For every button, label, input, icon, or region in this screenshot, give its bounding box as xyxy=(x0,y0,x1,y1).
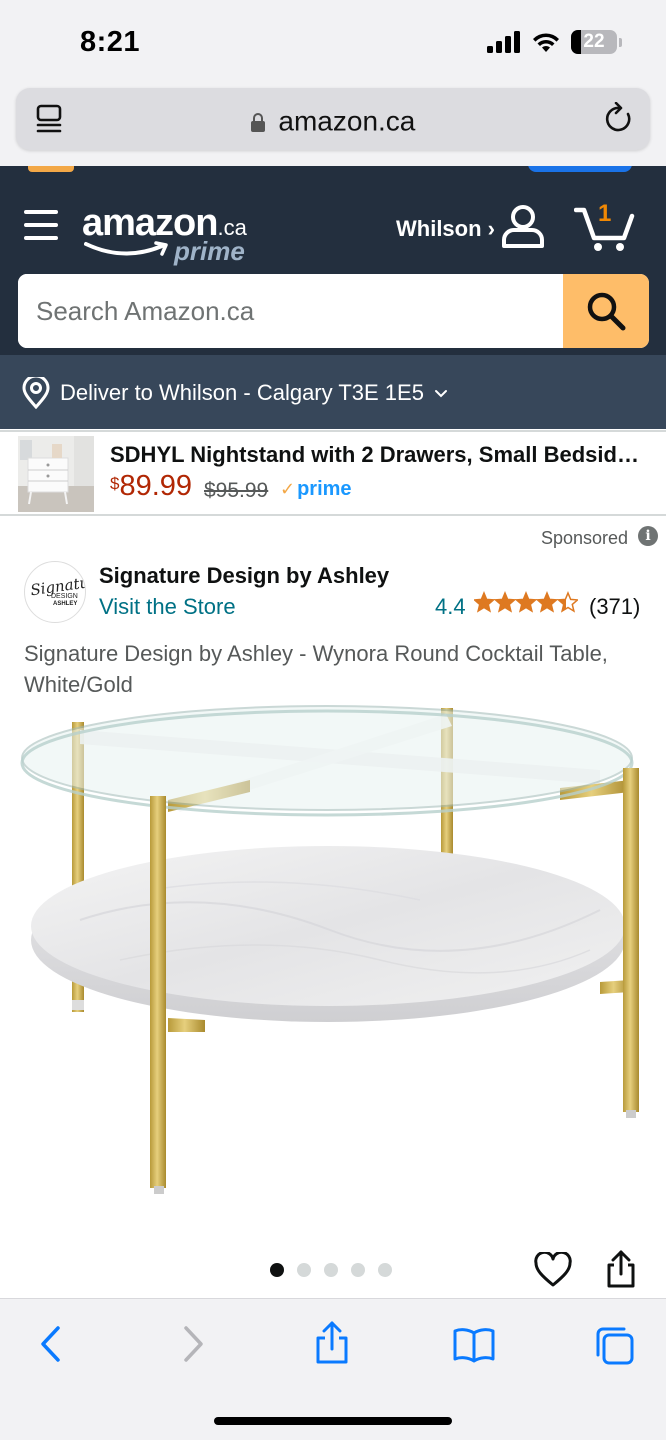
location-pin-icon xyxy=(22,377,50,409)
battery-icon: 22 xyxy=(571,30,617,54)
chevron-down-icon xyxy=(435,390,447,398)
bookmarks-icon[interactable] xyxy=(452,1327,496,1363)
sponsored-product-was-price: $95.99 xyxy=(204,479,269,502)
pager-dot[interactable] xyxy=(297,1263,311,1277)
deliver-to-bar[interactable]: Deliver to Whilson - Calgary T3E 1E5 xyxy=(0,355,666,429)
lock-icon xyxy=(250,112,265,132)
brand-logo[interactable]: Signature DESIGN ASHLEY xyxy=(24,561,86,623)
pager-dot[interactable] xyxy=(324,1263,338,1277)
star-rating-icon[interactable] xyxy=(474,591,578,615)
browser-url-area: amazon.ca xyxy=(0,86,666,166)
sponsored-product-banner[interactable]: SDHYL Nightstand with 2 Drawers, Small B… xyxy=(0,430,666,516)
visit-store-link[interactable]: Visit the Store xyxy=(99,594,236,620)
status-time: 8:21 xyxy=(80,26,141,58)
url-text[interactable]: amazon.ca xyxy=(278,106,415,137)
sponsored-label: Sponsored xyxy=(541,528,629,548)
svg-text:DESIGN: DESIGN xyxy=(51,593,78,600)
brand-name: Signature Design by Ashley xyxy=(99,563,390,588)
app-banner-partial xyxy=(0,166,666,188)
account-link[interactable]: Whilson › xyxy=(396,216,495,242)
tabs-icon[interactable] xyxy=(594,1325,636,1367)
cart-count: 1 xyxy=(598,200,612,227)
wifi-icon xyxy=(533,33,559,52)
app-banner-icon xyxy=(28,166,74,172)
share-page-icon[interactable] xyxy=(314,1321,350,1365)
search-input[interactable] xyxy=(18,274,563,348)
review-count[interactable]: (371) xyxy=(589,594,640,620)
home-indicator[interactable] xyxy=(214,1417,452,1425)
price-currency: $ xyxy=(110,474,120,493)
pager-dot[interactable] xyxy=(378,1263,392,1277)
search-icon xyxy=(587,292,626,331)
product-image[interactable] xyxy=(0,700,666,1220)
star-mark xyxy=(493,591,517,613)
status-bar: 8:21 22 xyxy=(0,0,666,86)
deliver-to-text: Deliver to Whilson - Calgary T3E 1E5 xyxy=(60,380,424,405)
info-icon[interactable]: i xyxy=(638,526,658,546)
back-icon[interactable] xyxy=(38,1325,62,1363)
open-app-button[interactable] xyxy=(528,166,632,172)
pager-dot[interactable] xyxy=(270,1263,284,1277)
sponsored-product-price: $89.99 xyxy=(110,470,192,503)
rating-value[interactable]: 4.4 xyxy=(435,594,466,620)
cellular-signal-icon xyxy=(487,31,520,53)
star-mark xyxy=(556,591,578,613)
search-box xyxy=(18,274,649,348)
heart-icon[interactable] xyxy=(534,1252,572,1288)
image-pager xyxy=(270,1263,392,1277)
prime-badge: ✓ prime xyxy=(280,478,352,501)
user-icon[interactable] xyxy=(500,204,546,248)
status-icons: 22 xyxy=(487,30,622,54)
logo-smile-icon xyxy=(84,241,168,256)
amazon-logo[interactable]: amazon.ca prime xyxy=(82,202,247,266)
share-icon[interactable] xyxy=(604,1250,638,1288)
forward-icon[interactable] xyxy=(182,1325,206,1363)
svg-text:ASHLEY: ASHLEY xyxy=(53,601,77,607)
star-mark xyxy=(474,591,496,613)
address-bar[interactable]: amazon.ca xyxy=(16,88,650,150)
prime-label: prime xyxy=(297,478,352,500)
pager-dot[interactable] xyxy=(351,1263,365,1277)
logo-prime: prime xyxy=(174,236,245,266)
price-amount: 89.99 xyxy=(119,470,193,502)
prime-check-icon: ✓ xyxy=(280,479,296,499)
menu-icon[interactable] xyxy=(24,210,60,244)
battery-level: 22 xyxy=(583,31,605,52)
reload-icon[interactable] xyxy=(604,102,634,134)
sponsored-product-thumbnail[interactable] xyxy=(18,436,94,512)
star-mark xyxy=(514,591,538,613)
search-button[interactable] xyxy=(563,274,649,348)
star-mark xyxy=(535,591,559,613)
product-title: Signature Design by Ashley - Wynora Roun… xyxy=(24,641,608,697)
amazon-header: amazon.ca prime Whilson › 1 xyxy=(0,188,666,355)
sponsored-product-title[interactable]: SDHYL Nightstand with 2 Drawers, Small B… xyxy=(110,442,650,468)
